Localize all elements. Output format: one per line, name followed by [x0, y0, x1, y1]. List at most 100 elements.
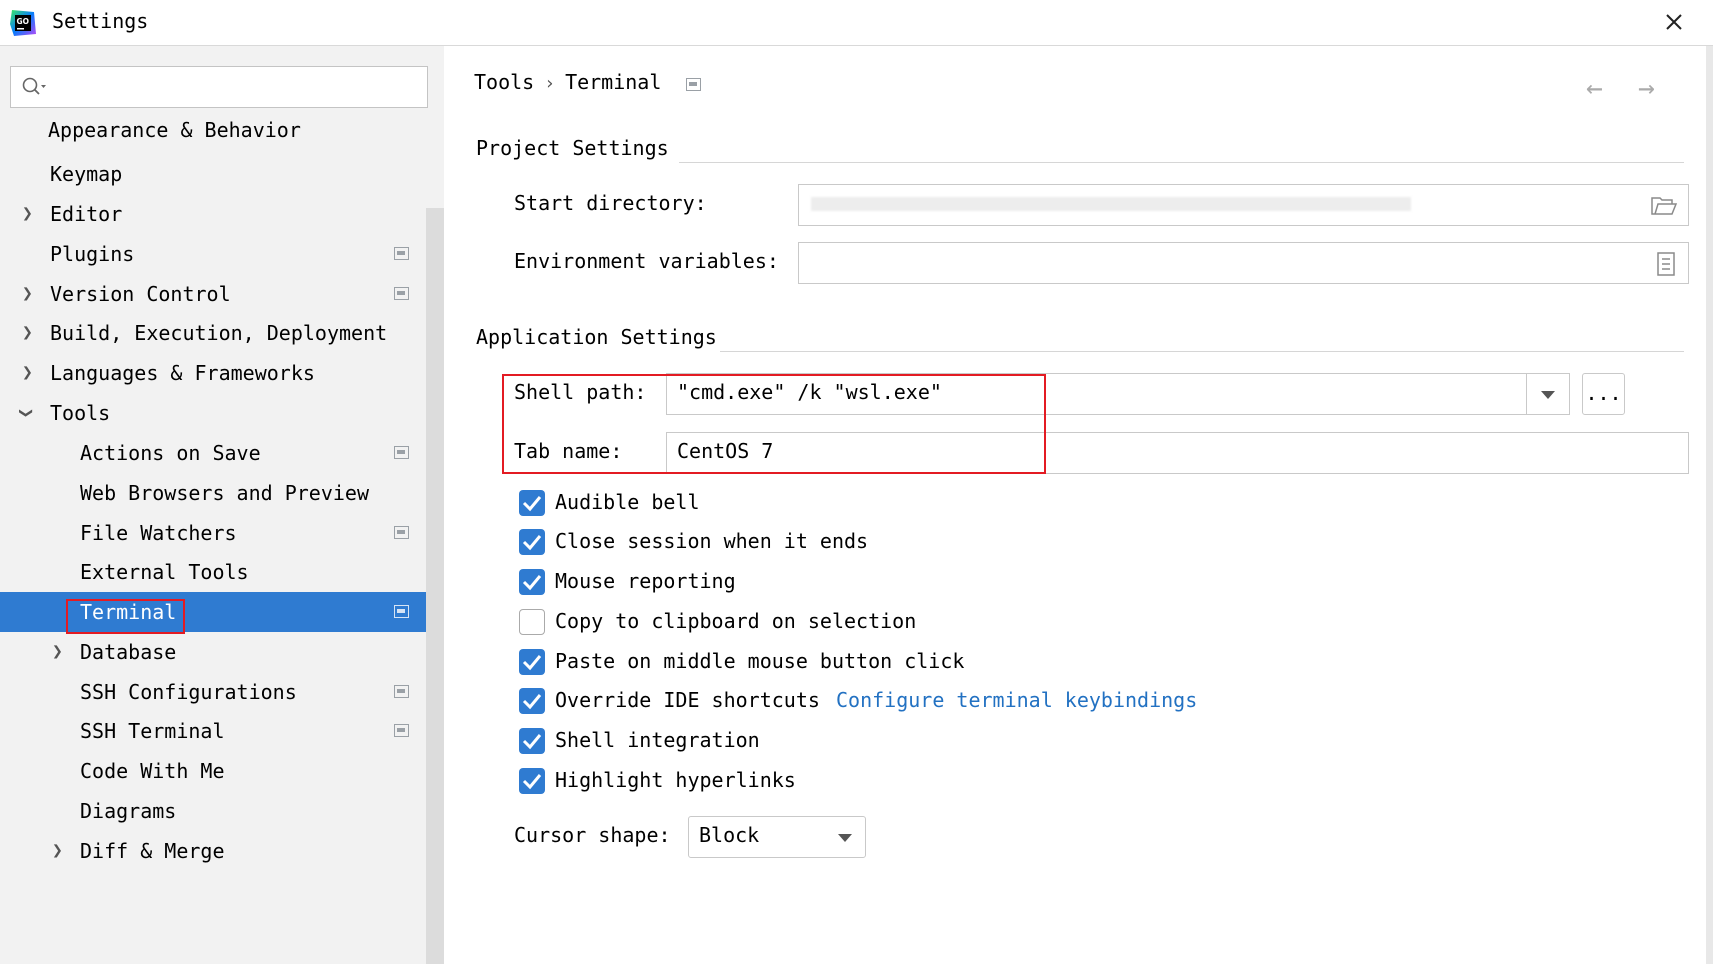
sidebar-item-label: Version Control	[50, 282, 231, 306]
sidebar-item-tools[interactable]: ❯ Tools	[0, 393, 444, 433]
project-level-icon	[394, 446, 409, 459]
checkbox-label: Highlight hyperlinks	[555, 768, 796, 792]
cursor-shape-select[interactable]: Block	[688, 816, 866, 858]
sidebar-item-label: Code With Me	[80, 759, 225, 783]
sidebar-item-plugins[interactable]: Plugins	[0, 234, 444, 274]
start-directory-field[interactable]	[798, 184, 1689, 226]
sidebar-item-label: Build, Execution, Deployment	[50, 321, 388, 345]
checkbox-label: Override IDE shortcuts	[555, 688, 820, 712]
sidebar-item-label: Database	[80, 640, 177, 664]
content-scrollbar[interactable]	[1706, 46, 1713, 964]
sidebar-item-languages-frameworks[interactable]: ❯ Languages & Frameworks	[0, 353, 444, 393]
settings-search[interactable]	[10, 66, 428, 108]
goland-logo-icon: GO	[10, 10, 36, 36]
title-bar: GO Settings	[0, 0, 1713, 46]
section-divider	[679, 162, 1684, 163]
sidebar-item-label: Keymap	[50, 162, 123, 186]
breadcrumb-parent[interactable]: Tools	[474, 70, 534, 94]
forward-arrow-icon[interactable]: →	[1638, 74, 1655, 102]
settings-sidebar: Appearance & Behavior Keymap ❯ Editor Pl…	[0, 46, 444, 964]
sidebar-item-keymap[interactable]: Keymap	[0, 154, 444, 194]
configure-keybindings-link[interactable]: Configure terminal keybindings	[836, 688, 1197, 712]
sidebar-item-label: Plugins	[50, 242, 135, 266]
browse-shell-button[interactable]: ...	[1582, 373, 1625, 415]
sidebar-item-ssh-configurations[interactable]: SSH Configurations	[0, 672, 444, 712]
chevron-down-icon	[838, 834, 852, 842]
close-icon[interactable]	[1660, 8, 1688, 36]
sidebar-item-label: Actions on Save	[80, 441, 261, 465]
checkbox-copy-to-clipboard[interactable]	[519, 609, 545, 635]
sidebar-item-diff-merge[interactable]: ❯ Diff & Merge	[0, 831, 444, 871]
project-level-icon	[686, 78, 701, 91]
checkbox-paste-middle-click[interactable]	[519, 649, 545, 675]
chevron-right-icon[interactable]: ❯	[22, 194, 33, 234]
sidebar-item-build-execution-deployment[interactable]: ❯ Build, Execution, Deployment	[0, 313, 444, 353]
sidebar-item-appearance-behavior[interactable]: Appearance & Behavior	[0, 110, 444, 150]
settings-content: Tools › Terminal ← → Project Settings Star…	[444, 46, 1713, 964]
checkbox-override-ide-shortcuts[interactable]	[519, 688, 545, 714]
chevron-right-icon[interactable]: ❯	[22, 353, 33, 393]
sidebar-item-external-tools[interactable]: External Tools	[0, 552, 444, 592]
checkbox-highlight-hyperlinks[interactable]	[519, 768, 545, 794]
chevron-right-icon[interactable]: ❯	[22, 274, 33, 314]
sidebar-item-label: Languages & Frameworks	[50, 361, 315, 385]
sidebar-item-label: Tools	[50, 401, 111, 425]
project-settings-heading: Project Settings	[476, 136, 669, 160]
checkbox-label: Paste on middle mouse button click	[555, 649, 965, 673]
cursor-shape-value: Block	[699, 823, 760, 847]
sidebar-item-label: Diagrams	[80, 799, 177, 823]
search-input[interactable]	[55, 73, 419, 103]
sidebar-item-label: Web Browsers and Preview	[80, 481, 369, 505]
project-level-icon	[394, 685, 409, 698]
project-level-icon	[394, 247, 409, 260]
highlight-box-shell	[502, 374, 1046, 474]
chevron-down-icon[interactable]: ❯	[5, 408, 45, 419]
sidebar-item-label: Diff & Merge	[80, 839, 225, 863]
chevron-right-icon[interactable]: ❯	[22, 313, 33, 353]
start-directory-label: Start directory:	[514, 191, 707, 215]
chevron-right-icon[interactable]: ❯	[52, 831, 63, 871]
sidebar-item-actions-on-save[interactable]: Actions on Save	[0, 433, 444, 473]
edit-list-icon[interactable]	[1656, 252, 1676, 276]
sidebar-item-ssh-terminal[interactable]: SSH Terminal	[0, 711, 444, 751]
checkbox-label: Mouse reporting	[555, 569, 736, 593]
sidebar-item-diagrams[interactable]: Diagrams	[0, 791, 444, 831]
sidebar-item-label: External Tools	[80, 560, 249, 584]
sidebar-item-database[interactable]: ❯ Database	[0, 632, 444, 672]
sidebar-item-label: SSH Configurations	[80, 680, 297, 704]
sidebar-item-file-watchers[interactable]: File Watchers	[0, 513, 444, 553]
back-arrow-icon[interactable]: ←	[1586, 74, 1603, 102]
checkbox-close-session[interactable]	[519, 529, 545, 555]
search-icon	[22, 77, 46, 95]
checkbox-label: Copy to clipboard on selection	[555, 609, 917, 633]
sidebar-item-label: File Watchers	[80, 521, 237, 545]
sidebar-item-code-with-me[interactable]: Code With Me	[0, 751, 444, 791]
checkbox-label: Shell integration	[555, 728, 760, 752]
breadcrumb-current: Terminal	[565, 70, 662, 94]
redacted-path	[811, 197, 1411, 211]
breadcrumb: Tools › Terminal	[474, 70, 661, 94]
sidebar-scrollbar[interactable]	[426, 208, 444, 964]
logo-text: GO	[17, 17, 30, 26]
sidebar-item-label: Appearance & Behavior	[48, 118, 301, 142]
shell-path-dropdown-button[interactable]	[1526, 374, 1569, 414]
highlight-box-terminal	[66, 599, 185, 634]
checkbox-shell-integration[interactable]	[519, 728, 545, 754]
settings-window: GO Settings Appearance & Behavior Keymap…	[0, 0, 1713, 964]
environment-variables-field[interactable]	[798, 242, 1689, 284]
section-divider	[720, 351, 1684, 352]
checkbox-audible-bell[interactable]	[519, 490, 545, 516]
environment-variables-label: Environment variables:	[514, 249, 779, 273]
folder-icon[interactable]	[1650, 195, 1678, 217]
checkbox-mouse-reporting[interactable]	[519, 569, 545, 595]
project-level-icon	[394, 605, 409, 618]
project-level-icon	[394, 526, 409, 539]
sidebar-item-web-browsers[interactable]: Web Browsers and Preview	[0, 473, 444, 513]
chevron-right-icon[interactable]: ❯	[52, 632, 63, 672]
project-level-icon	[394, 287, 409, 300]
sidebar-item-version-control[interactable]: ❯ Version Control	[0, 274, 444, 314]
sidebar-item-editor[interactable]: ❯ Editor	[0, 194, 444, 234]
project-level-icon	[394, 724, 409, 737]
checkbox-label: Audible bell	[555, 490, 700, 514]
application-settings-heading: Application Settings	[476, 325, 717, 349]
